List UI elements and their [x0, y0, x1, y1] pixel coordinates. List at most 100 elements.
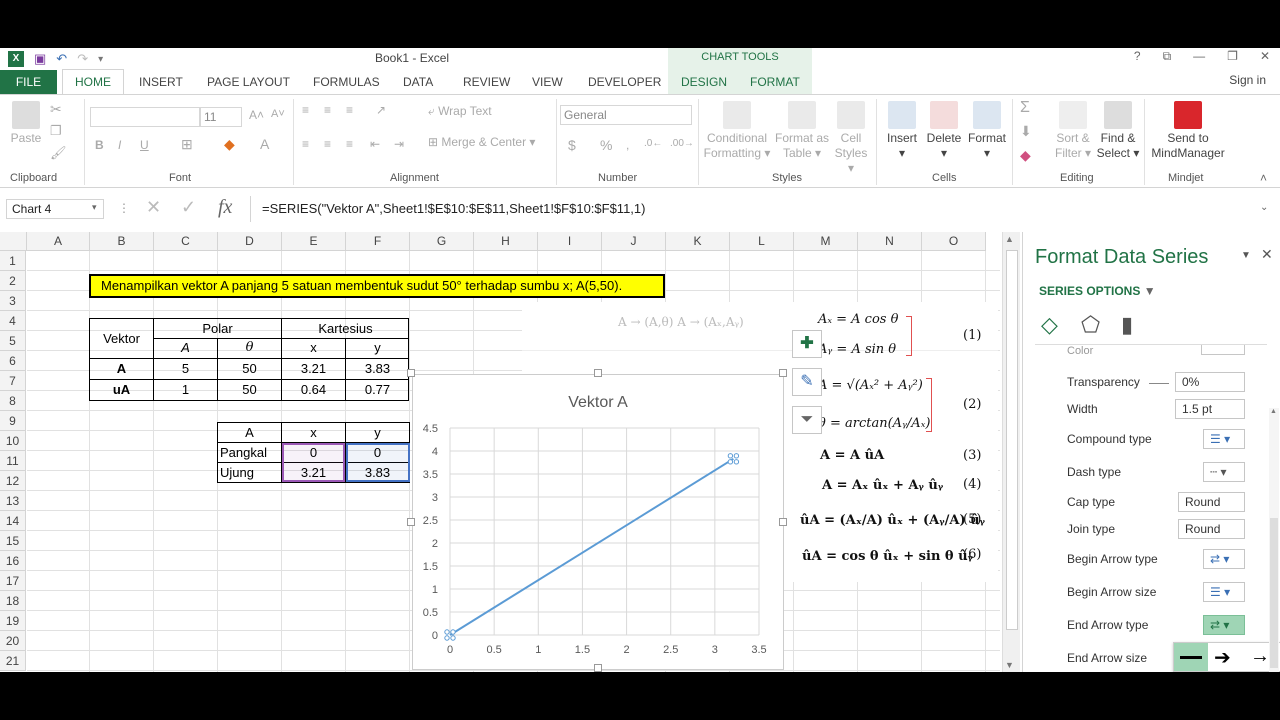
row-ua-magnitude[interactable]: 1	[154, 380, 217, 400]
pane-scrollbar[interactable]: ▲	[1269, 408, 1279, 672]
vertical-scrollbar[interactable]: ▲ ▼	[1002, 232, 1020, 672]
row-header-14[interactable]: 14	[0, 511, 26, 531]
bottom-align-icon[interactable]: ≡	[346, 103, 353, 117]
chart-resize-handle[interactable]	[594, 369, 602, 377]
save-icon[interactable]: ▣	[34, 51, 46, 67]
ujung-label[interactable]: Ujung	[220, 463, 281, 483]
collapse-ribbon-icon[interactable]: ˄	[1260, 171, 1267, 185]
row-ua-x[interactable]: 0.64	[282, 380, 345, 400]
scroll-up-icon[interactable]: ▲	[1005, 234, 1014, 244]
tab-design[interactable]: DESIGN	[681, 75, 727, 89]
pane-scroll-up-icon[interactable]: ▲	[1270, 408, 1277, 415]
tab-insert[interactable]: INSERT	[139, 75, 183, 89]
fill-line-icon[interactable]: ◇	[1041, 312, 1058, 338]
row-header-4[interactable]: 4	[0, 311, 26, 331]
customize-qat-icon[interactable]: ▾	[98, 54, 103, 65]
grow-font-icon[interactable]: A˄	[249, 108, 264, 122]
row-header-8[interactable]: 8	[0, 391, 26, 411]
underline-button[interactable]: U	[140, 138, 149, 152]
format-painter-icon[interactable]: 🖌	[50, 145, 67, 161]
row-header-9[interactable]: 9	[0, 411, 26, 431]
row-header-2[interactable]: 2	[0, 271, 26, 291]
chart-resize-handle[interactable]	[407, 369, 415, 377]
column-header-j[interactable]: J	[602, 232, 666, 251]
pangkal-label[interactable]: Pangkal	[220, 443, 281, 463]
row-a-y[interactable]: 3.83	[346, 359, 409, 379]
row-header-3[interactable]: 3	[0, 291, 26, 311]
decrease-decimal-icon[interactable]: .00→	[670, 138, 694, 149]
chart-resize-handle[interactable]	[594, 664, 602, 672]
pane-options-dropdown-icon[interactable]: ▼	[1241, 250, 1251, 261]
row-a-theta[interactable]: 50	[218, 359, 281, 379]
series-options-icon[interactable]: ▮	[1121, 312, 1133, 338]
compound-type-dropdown[interactable]: ☰ ▾	[1203, 429, 1245, 449]
pangkal-x[interactable]: 0	[282, 443, 345, 463]
name-box-dropdown-icon[interactable]: ▾	[92, 202, 97, 213]
row-header-21[interactable]: 21	[0, 651, 26, 671]
redo-icon[interactable]: ↷	[77, 51, 88, 67]
polar-header[interactable]: Polar	[154, 319, 281, 339]
row-header-15[interactable]: 15	[0, 531, 26, 551]
column-header-o[interactable]: O	[922, 232, 986, 251]
theta-subheader[interactable]: θ	[218, 338, 281, 358]
sort-filter-button[interactable]: Sort & Filter ▾	[1052, 101, 1094, 161]
table2-header-y[interactable]: y	[346, 423, 409, 443]
tab-formulas[interactable]: FORMULAS	[313, 75, 380, 89]
sign-in-link[interactable]: Sign in	[1229, 73, 1266, 87]
tab-page-layout[interactable]: PAGE LAYOUT	[207, 75, 290, 89]
chart-elements-button[interactable]: ✚	[792, 330, 822, 358]
row-header-13[interactable]: 13	[0, 491, 26, 511]
begin-arrow-type-dropdown[interactable]: ⇄ ▾	[1203, 549, 1245, 569]
chart-filters-icon[interactable]: ⏷	[792, 406, 822, 434]
clear-icon[interactable]: ◆	[1020, 147, 1031, 164]
effects-icon[interactable]: ⬠	[1081, 312, 1100, 338]
find-select-button[interactable]: Find & Select ▾	[1096, 101, 1140, 161]
font-size-box[interactable]: 11	[200, 107, 242, 127]
chart-resize-handle[interactable]	[779, 518, 787, 526]
arrow-option-icon[interactable]: ➔	[1214, 645, 1231, 670]
middle-align-icon[interactable]: ≡	[324, 103, 331, 117]
tab-data[interactable]: DATA	[403, 75, 433, 89]
font-name-box[interactable]	[90, 107, 200, 127]
row-ua-name[interactable]: uA	[90, 380, 153, 400]
merge-center-button[interactable]: ⊞ Merge & Center ▾	[428, 135, 535, 149]
row-header-5[interactable]: 5	[0, 331, 26, 351]
ujung-y[interactable]: 3.83	[346, 463, 409, 483]
column-header-l[interactable]: L	[730, 232, 794, 251]
close-icon[interactable]: ✕	[1260, 49, 1270, 64]
bold-button[interactable]: B	[95, 138, 104, 152]
banner-cell[interactable]: Menampilkan vektor A panjang 5 satuan me…	[89, 274, 665, 298]
row-header-18[interactable]: 18	[0, 591, 26, 611]
dash-type-dropdown[interactable]: ┄ ▾	[1203, 462, 1245, 482]
row-ua-theta[interactable]: 50	[218, 380, 281, 400]
transparency-slider[interactable]	[1149, 383, 1169, 384]
row-header-10[interactable]: 10	[0, 431, 26, 451]
insert-function-icon[interactable]: fx	[218, 196, 232, 219]
increase-indent-icon[interactable]: ⇥	[394, 137, 404, 151]
row-header-19[interactable]: 19	[0, 611, 26, 631]
tab-developer[interactable]: DEVELOPER	[588, 75, 661, 89]
pangkal-y[interactable]: 0	[346, 443, 409, 463]
row-header-12[interactable]: 12	[0, 471, 26, 491]
row-header-7[interactable]: 7	[0, 371, 26, 391]
row-a-x[interactable]: 3.21	[282, 359, 345, 379]
copy-icon[interactable]: ❐	[50, 123, 62, 139]
comma-style-icon[interactable]: ,	[626, 138, 629, 152]
column-header-n[interactable]: N	[858, 232, 922, 251]
top-align-icon[interactable]: ≡	[302, 103, 309, 117]
series-line-vektor-a[interactable]	[449, 457, 734, 636]
color-picker[interactable]	[1201, 345, 1245, 355]
number-format-box[interactable]: General	[560, 105, 692, 125]
restore-icon[interactable]: ❐	[1227, 49, 1238, 64]
minimize-icon[interactable]: —	[1193, 49, 1205, 64]
percent-button[interactable]: %	[600, 137, 612, 153]
column-header-i[interactable]: I	[538, 232, 602, 251]
row-header-20[interactable]: 20	[0, 631, 26, 651]
row-a-name[interactable]: A	[90, 359, 153, 379]
align-right-icon[interactable]: ≡	[346, 137, 353, 151]
select-all-corner[interactable]	[0, 232, 27, 251]
cancel-entry-icon[interactable]: ✕	[146, 197, 161, 218]
row-header-1[interactable]: 1	[0, 251, 26, 271]
column-header-c[interactable]: C	[154, 232, 218, 251]
wrap-text-button[interactable]: ⤶ Wrap Text	[428, 104, 492, 119]
